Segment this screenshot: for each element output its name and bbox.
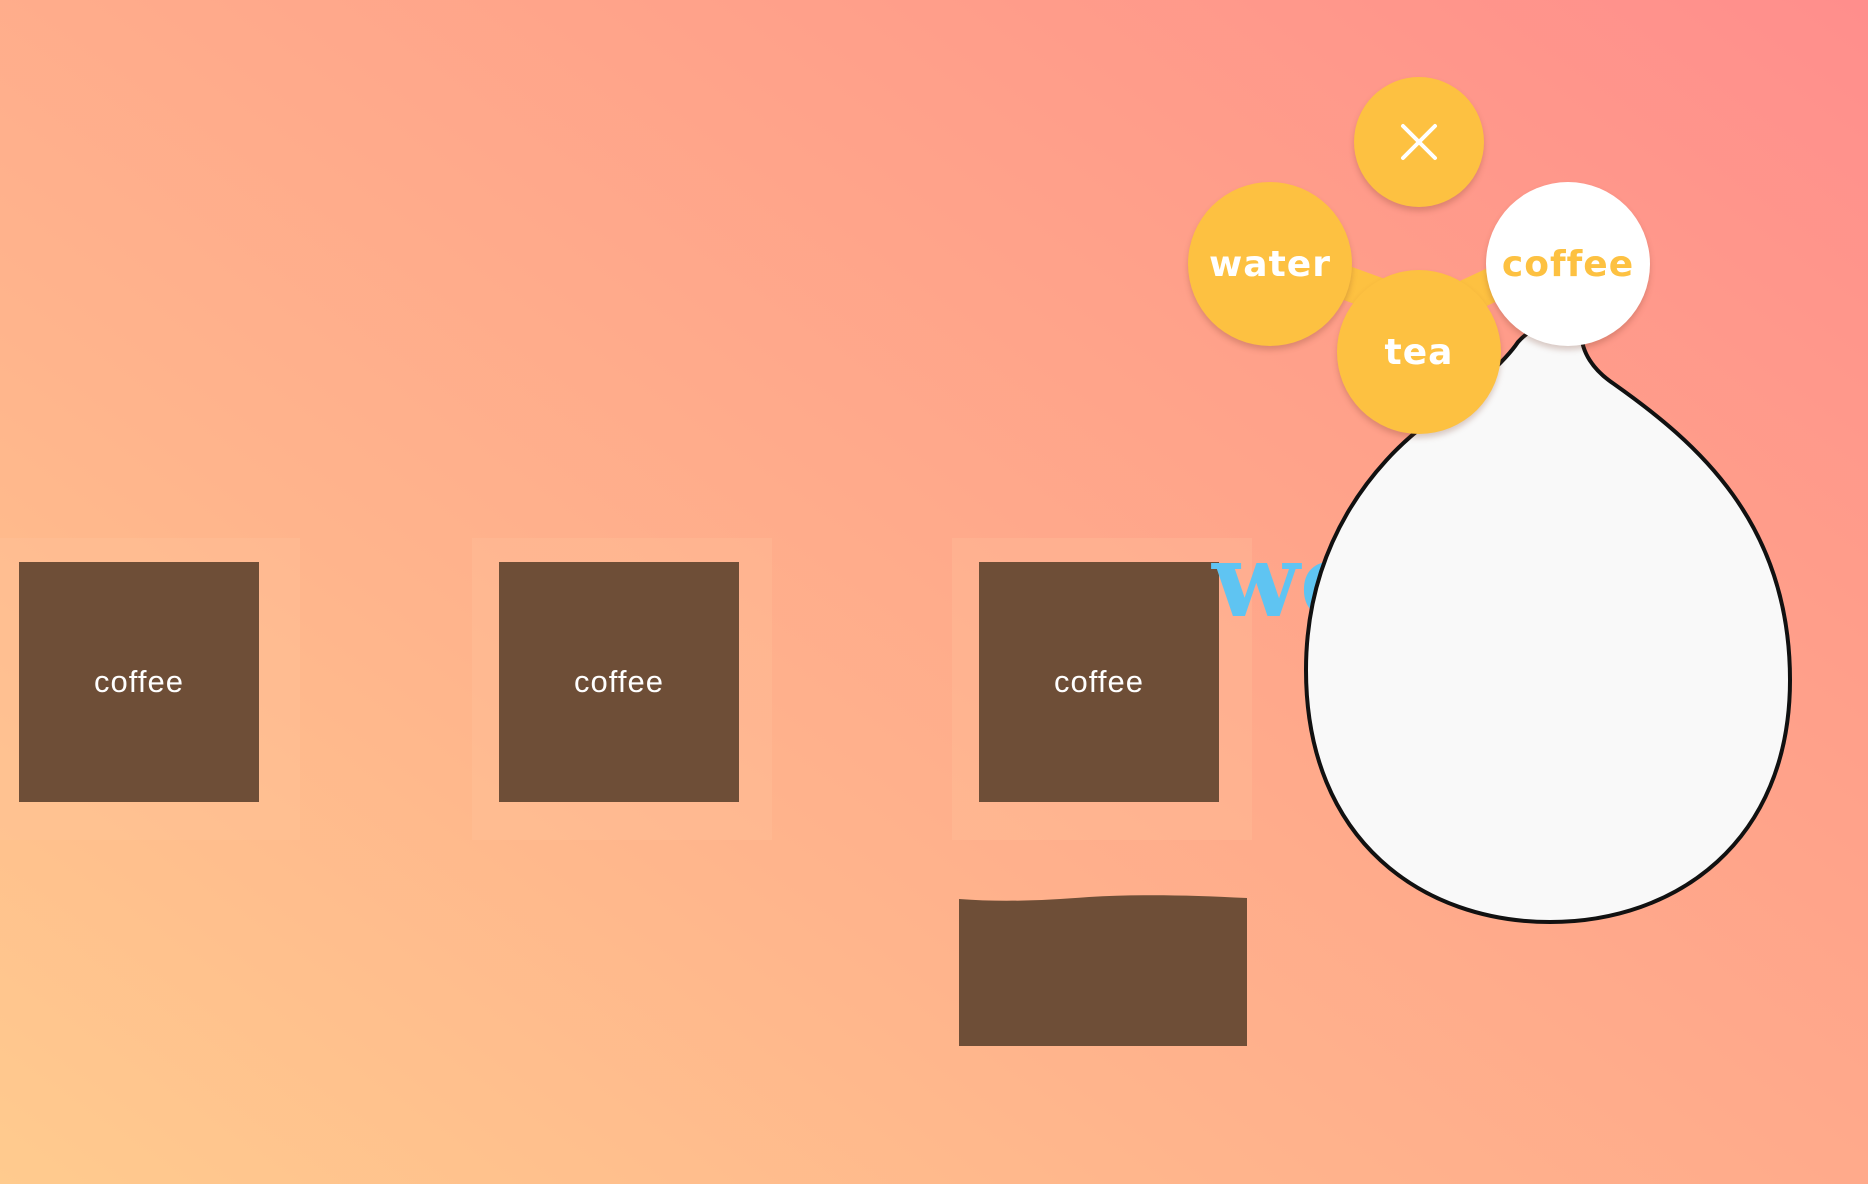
menu-item-label: tea [1384,331,1454,373]
close-icon [1401,124,1437,160]
coffee-tile[interactable]: coffee [499,562,739,802]
menu-item-tea[interactable]: tea [1337,270,1501,434]
coffee-tile-label: coffee [574,664,664,699]
menu-close-button[interactable] [1354,77,1484,207]
menu-item-coffee[interactable]: coffee [1486,182,1650,346]
menu-item-label: water [1209,243,1331,285]
coffee-tile-label: coffee [94,664,184,699]
coffee-tile-label: coffee [1054,664,1144,699]
coffee-tile[interactable]: coffee [979,562,1219,802]
menu-item-label: coffee [1501,243,1635,285]
coffee-tile[interactable]: coffee [19,562,259,802]
menu-item-water[interactable]: water [1188,182,1352,346]
coffee-cup[interactable] [959,895,1247,1046]
